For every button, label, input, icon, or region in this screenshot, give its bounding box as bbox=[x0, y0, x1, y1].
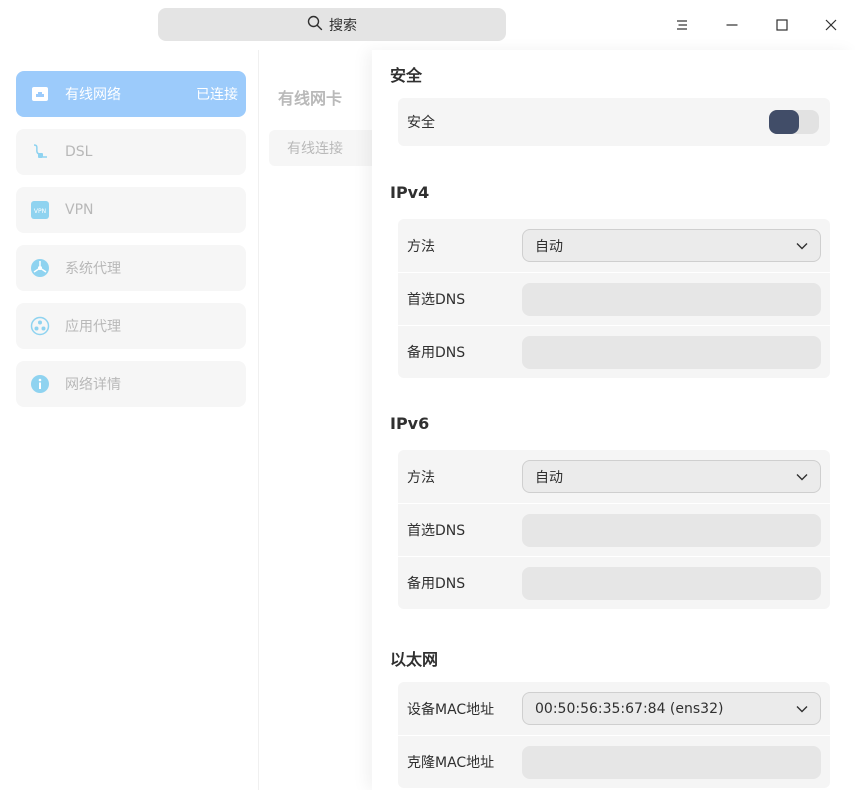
ipv4-secondary-dns-input[interactable] bbox=[522, 335, 821, 369]
minimize-button[interactable] bbox=[717, 10, 747, 40]
device-mac-row: 设备MAC地址 00:50:56:35:67:84 (ens32) bbox=[398, 682, 830, 735]
menu-button[interactable] bbox=[667, 10, 697, 40]
svg-text:VPN: VPN bbox=[34, 208, 46, 215]
ipv6-secondary-dns-input[interactable] bbox=[522, 566, 821, 600]
clone-mac-label: 克隆MAC地址 bbox=[407, 755, 495, 771]
minimize-icon bbox=[726, 24, 738, 26]
info-icon bbox=[30, 374, 50, 394]
sidebar-item-dsl[interactable]: DSL bbox=[16, 129, 246, 175]
sidebar-item-label: VPN bbox=[65, 202, 94, 218]
device-mac-label: 设备MAC地址 bbox=[407, 701, 495, 718]
sidebar-item-label: 应用代理 bbox=[65, 319, 121, 335]
sidebar-item-wired[interactable]: 有线网络 已连接 bbox=[16, 71, 246, 117]
sidebar: 有线网络 已连接 DSL VPN VPN 系统代理 应用代理 网络详情 bbox=[0, 50, 258, 790]
secondary-dns-label: 备用DNS bbox=[407, 345, 466, 361]
section-title-security: 安全 bbox=[390, 66, 423, 85]
sidebar-item-label: 系统代理 bbox=[65, 261, 121, 277]
select-value: 自动 bbox=[535, 469, 563, 486]
ipv6-primary-dns-input[interactable] bbox=[522, 513, 821, 547]
system-proxy-icon bbox=[30, 258, 50, 278]
chevron-down-icon bbox=[796, 473, 808, 480]
search-icon bbox=[307, 15, 323, 35]
ipv6-method-row: 方法 自动 bbox=[398, 450, 830, 503]
ipv4-primary-dns-row: 首选DNS bbox=[398, 272, 830, 325]
ipv4-method-row: 方法 自动 bbox=[398, 219, 830, 272]
ipv4-method-select[interactable]: 自动 bbox=[522, 229, 821, 262]
sidebar-item-label: DSL bbox=[65, 144, 93, 160]
chevron-down-icon bbox=[796, 242, 808, 249]
search-box[interactable]: 搜索 bbox=[158, 8, 506, 41]
sidebar-item-network-details[interactable]: 网络详情 bbox=[16, 361, 246, 407]
method-label: 方法 bbox=[407, 469, 435, 486]
clone-mac-row: 克隆MAC地址 bbox=[398, 735, 830, 788]
sidebar-item-vpn[interactable]: VPN VPN bbox=[16, 187, 246, 233]
secondary-dns-label: 备用DNS bbox=[407, 576, 466, 592]
interface-panel: 有线网卡 有线连接 bbox=[258, 50, 373, 790]
wired-network-icon bbox=[30, 84, 50, 104]
method-label: 方法 bbox=[407, 238, 435, 255]
ipv4-primary-dns-input[interactable] bbox=[522, 282, 821, 316]
sidebar-item-label: 有线网络 bbox=[65, 87, 121, 103]
close-button[interactable] bbox=[816, 10, 846, 40]
chevron-down-icon bbox=[796, 705, 808, 712]
security-toggle[interactable] bbox=[769, 110, 819, 134]
close-icon bbox=[825, 19, 837, 31]
select-value: 00:50:56:35:67:84 (ens32) bbox=[535, 700, 724, 717]
connection-item[interactable]: 有线连接 bbox=[269, 130, 373, 166]
security-row: 安全 bbox=[398, 98, 830, 146]
ipv6-method-select[interactable]: 自动 bbox=[522, 460, 821, 493]
security-group: 安全 bbox=[398, 98, 830, 146]
sidebar-item-app-proxy[interactable]: 应用代理 bbox=[16, 303, 246, 349]
sidebar-item-system-proxy[interactable]: 系统代理 bbox=[16, 245, 246, 291]
ipv4-group: 方法 自动 首选DNS 备用DNS bbox=[398, 219, 830, 378]
section-title-ipv6: IPv6 bbox=[390, 414, 430, 433]
security-label: 安全 bbox=[407, 115, 435, 131]
ipv6-secondary-dns-row: 备用DNS bbox=[398, 556, 830, 609]
ipv6-primary-dns-row: 首选DNS bbox=[398, 503, 830, 556]
vpn-icon: VPN bbox=[30, 200, 50, 220]
dsl-icon bbox=[30, 142, 50, 162]
select-value: 自动 bbox=[535, 238, 563, 255]
device-mac-select[interactable]: 00:50:56:35:67:84 (ens32) bbox=[522, 692, 821, 725]
clone-mac-input[interactable] bbox=[522, 745, 821, 779]
section-title-ipv4: IPv4 bbox=[390, 183, 430, 202]
title-bar: 搜索 bbox=[0, 0, 855, 50]
ipv6-group: 方法 自动 首选DNS 备用DNS bbox=[398, 450, 830, 609]
interface-title: 有线网卡 bbox=[278, 89, 343, 108]
section-title-ethernet: 以太网 bbox=[390, 650, 439, 669]
primary-dns-label: 首选DNS bbox=[407, 292, 466, 308]
menu-icon bbox=[677, 20, 687, 30]
ethernet-group: 设备MAC地址 00:50:56:35:67:84 (ens32) 克隆MAC地… bbox=[398, 682, 830, 788]
maximize-icon bbox=[776, 19, 788, 31]
ipv4-secondary-dns-row: 备用DNS bbox=[398, 325, 830, 378]
primary-dns-label: 首选DNS bbox=[407, 523, 466, 539]
maximize-button[interactable] bbox=[767, 10, 797, 40]
connection-status: 已连接 bbox=[196, 87, 238, 103]
app-proxy-icon bbox=[30, 316, 50, 336]
connection-detail-panel: 安全 安全 IPv4 方法 自动 首选DNS 备用DNS IPv6 方法 自动 … bbox=[372, 50, 855, 790]
sidebar-item-label: 网络详情 bbox=[65, 377, 121, 393]
toggle-knob bbox=[769, 110, 799, 134]
search-label: 搜索 bbox=[329, 17, 357, 34]
